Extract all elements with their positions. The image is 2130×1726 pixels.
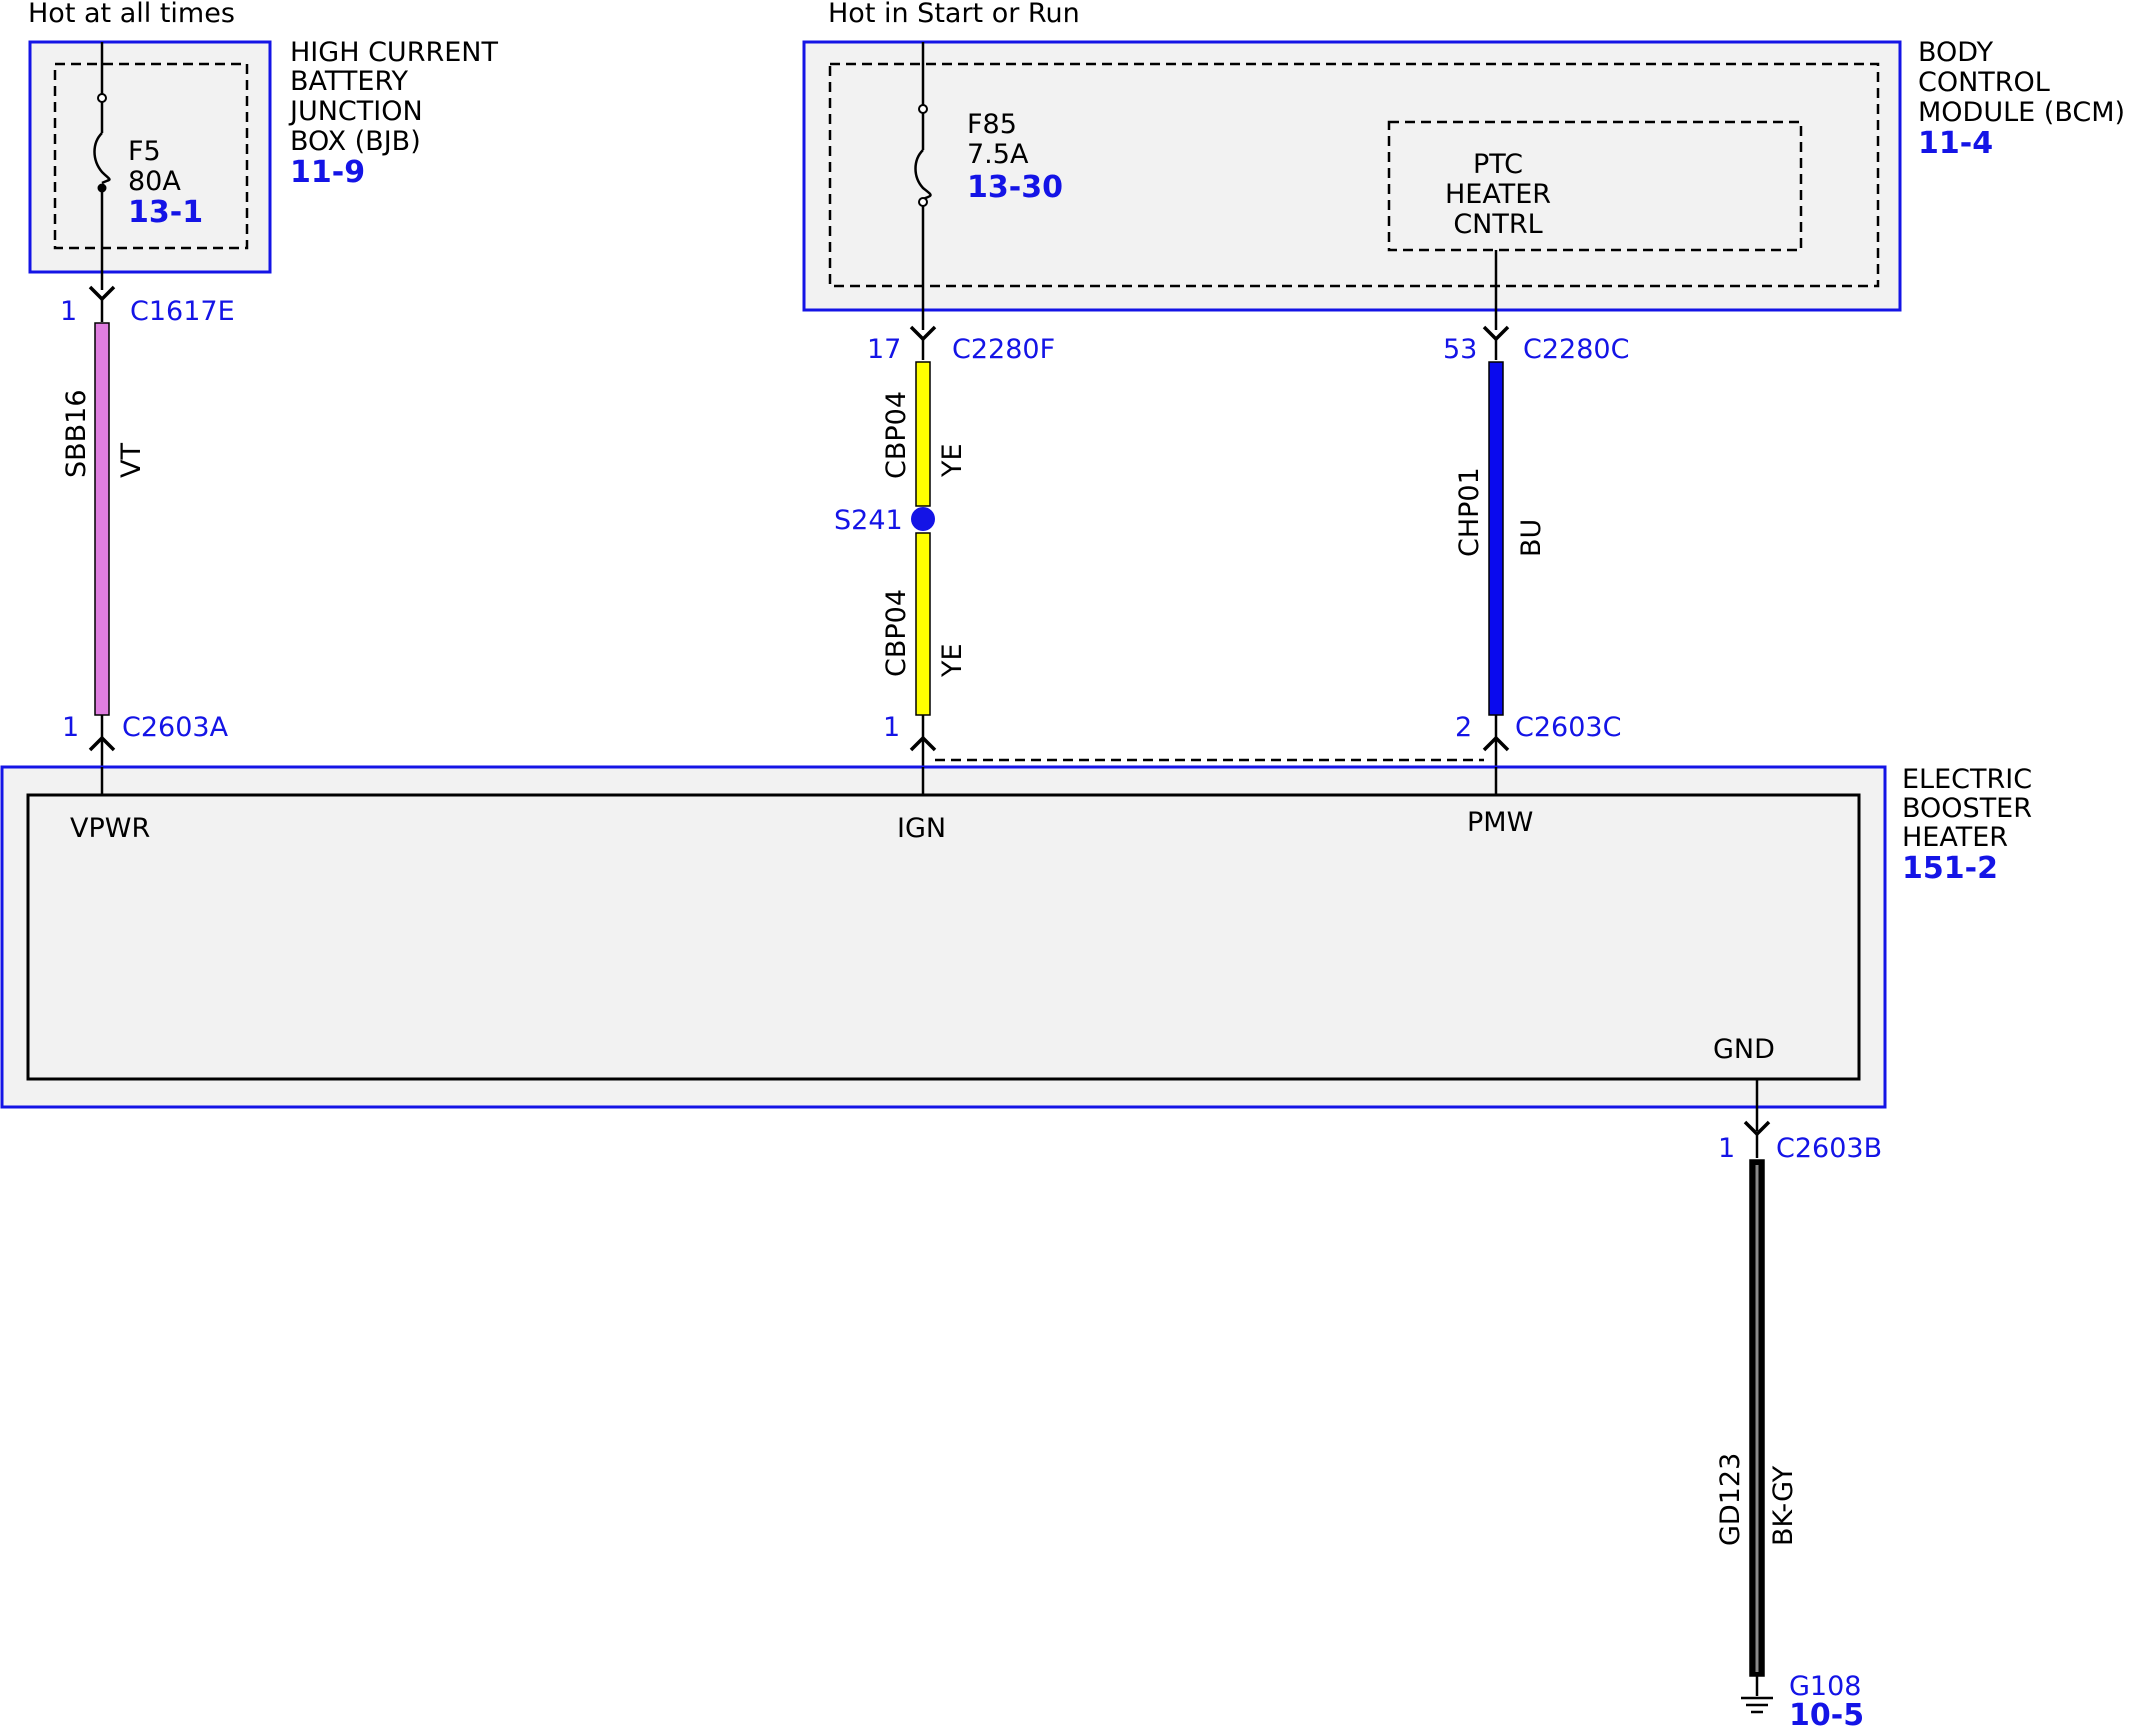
wire-cbp04-lower-color: YE [937,643,968,678]
bcm-name-line-1: BODY [1918,37,1994,68]
wire-sbb16-color: VT [116,443,147,478]
ground-g108: G108 10-5 [1741,1671,1864,1726]
connector-c2280c: 53 C2280C [1443,325,1629,365]
splice-s241: S241 [834,505,935,536]
c1617e-name: C1617E [130,296,235,327]
wire-cbp04-upper: CBP04 YE [881,361,968,507]
c2280f-pin: 17 [867,334,901,365]
c2280c-name: C2280C [1523,334,1629,365]
fuse-f5-rating: 80A [128,166,181,197]
c2603a-pin: 1 [62,712,79,743]
bcm-name-line-3: MODULE (BCM) [1918,97,2125,128]
c2603c-pin: 2 [1455,712,1472,743]
c2280f-name: C2280F [952,334,1055,365]
wiring-diagram: Hot at all times Hot in Start or Run HIG… [0,0,2125,1726]
wire-cbp04-upper-circuit: CBP04 [881,391,912,479]
wire-gd123: GD123 BK-GY [1715,1159,1799,1677]
ptc-box-line-2: HEATER [1445,179,1551,210]
c2603a-name: C2603A [122,712,229,743]
heater-name-line-1: ELECTRIC [1902,764,2032,795]
supply-label-hot-always: Hot at all times [28,0,235,29]
wire-chp01-circuit: CHP01 [1454,467,1485,557]
fuse-f5-ref-link[interactable]: 13-1 [128,195,203,230]
connector-c2280f: 17 C2280F [867,325,1055,365]
wire-gd123-color: BK-GY [1768,1465,1799,1546]
wire-chp01-color: BU [1516,519,1547,557]
wire-chp01: CHP01 BU [1454,361,1547,716]
heater-ref-link[interactable]: 151-2 [1902,851,1998,886]
bjb-name-line-1: HIGH CURRENT [290,37,498,68]
bjb-ref-link[interactable]: 11-9 [290,155,365,190]
bjb-name-line-2: BATTERY [290,66,409,97]
ground-g108-ref-link[interactable]: 10-5 [1789,1698,1864,1726]
c2603b-name: C2603B [1776,1133,1882,1164]
supply-label-hot-start-run: Hot in Start or Run [828,0,1080,29]
bcm-name-line-2: CONTROL [1918,67,2050,98]
c1617e-pin: 1 [60,296,77,327]
heater-pin-ign: IGN [897,813,946,844]
c2603c-name: C2603C [1515,712,1621,743]
heater-pin-gnd: GND [1713,1034,1775,1065]
wire-gd123-circuit: GD123 [1715,1453,1746,1546]
heater-pin-vpwr: VPWR [70,813,150,844]
ptc-box-line-1: PTC [1473,149,1523,180]
heater-name-line-2: BOOSTER [1902,793,2032,824]
bjb-name-line-4: BOX (BJB) [290,126,421,157]
c2603b-pin: 1 [1718,1133,1735,1164]
wire-sbb16-circuit: SBB16 [61,389,92,478]
c2603-ign-pin: 1 [883,712,900,743]
fuse-f5-name: F5 [128,136,161,167]
wire-cbp04-lower-circuit: CBP04 [881,589,912,677]
fuse-f85-name: F85 [967,109,1017,140]
ptc-box-line-3: CNTRL [1453,209,1542,240]
heater-module: VPWR IGN PMW GND ELECTRIC BOOSTER HEATER… [0,764,2032,1109]
splice-s241-name: S241 [834,505,903,536]
fuse-f85-rating: 7.5A [967,139,1029,170]
wire-cbp04-upper-color: YE [937,443,968,478]
bjb-name-line-3: JUNCTION [288,96,423,127]
bjb-module: HIGH CURRENT BATTERY JUNCTION BOX (BJB) … [28,37,498,274]
wire-sbb16: SBB16 VT [61,322,147,716]
fuse-f85-ref-link[interactable]: 13-30 [967,170,1063,205]
heater-pin-pmw: PMW [1467,807,1533,838]
heater-name-line-3: HEATER [1902,822,2008,853]
wire-cbp04-lower: CBP04 YE [881,532,968,716]
c2280c-pin: 53 [1443,334,1477,365]
bcm-ref-link[interactable]: 11-4 [1918,126,1993,161]
connector-c1617e: 1 C1617E [60,285,235,327]
